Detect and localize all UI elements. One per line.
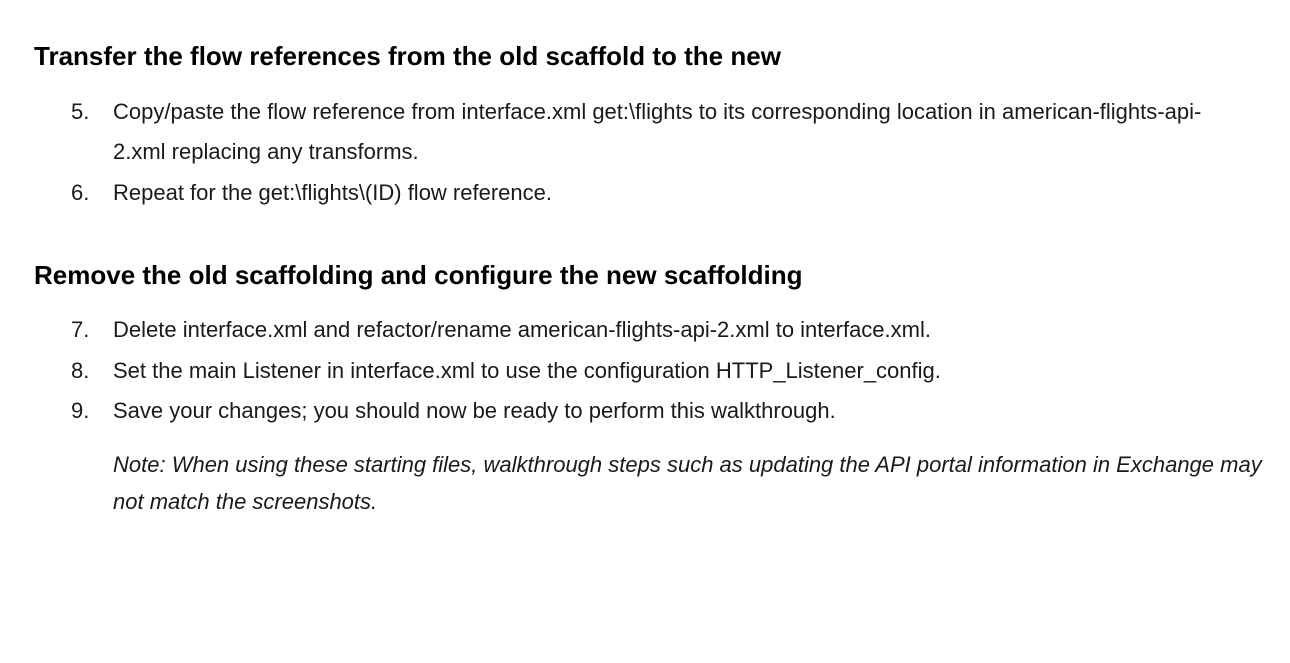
list-item-text: Delete interface.xml and refactor/rename…	[113, 317, 931, 342]
list-item-number: 5.	[71, 99, 90, 124]
list-item-text: Copy/paste the flow reference from inter…	[113, 99, 1202, 164]
list-item-number: 8.	[71, 358, 90, 383]
section-heading-transfer: Transfer the flow references from the ol…	[34, 41, 781, 71]
list-item-number: 9.	[71, 398, 90, 423]
note-text: Note: When using these starting files, w…	[113, 452, 1262, 514]
list-item-text: Repeat for the get:\flights\(ID) flow re…	[113, 180, 552, 205]
list-item-text: Save your changes; you should now be rea…	[113, 398, 836, 423]
list-item-text: Set the main Listener in interface.xml t…	[113, 358, 941, 383]
section-heading-remove: Remove the old scaffolding and configure…	[34, 260, 803, 290]
document-page: Transfer the flow references from the ol…	[0, 0, 1290, 663]
list-item-number: 6.	[71, 180, 90, 205]
list-item-number: 7.	[71, 317, 90, 342]
